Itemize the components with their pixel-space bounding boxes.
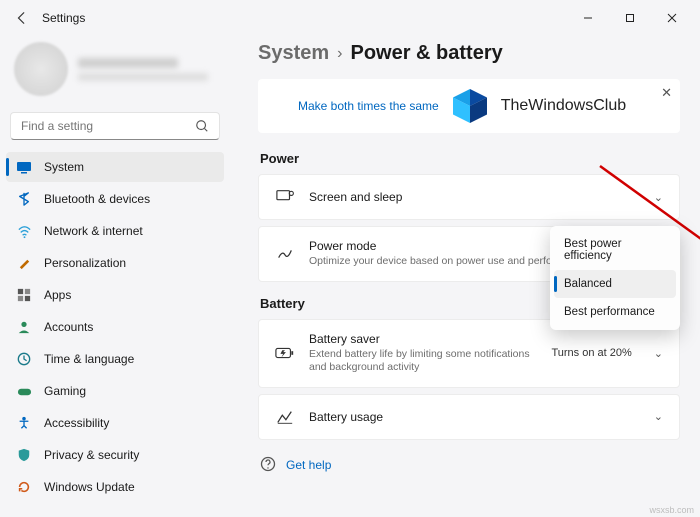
- dropdown-option-performance[interactable]: Best performance: [554, 298, 676, 326]
- sidebar-item-label: Accounts: [44, 320, 93, 334]
- sidebar-item-label: Time & language: [44, 352, 134, 366]
- sidebar-item-accounts[interactable]: Accounts: [6, 312, 224, 342]
- sidebar-item-network[interactable]: Network & internet: [6, 216, 224, 246]
- sidebar: System Bluetooth & devices Network & int…: [0, 36, 230, 517]
- power-mode-dropdown: Best power efficiency Balanced Best perf…: [550, 226, 680, 330]
- clock-icon: [16, 351, 32, 367]
- section-title-power: Power: [260, 151, 680, 166]
- sidebar-item-gaming[interactable]: Gaming: [6, 376, 224, 406]
- sidebar-item-label: Bluetooth & devices: [44, 192, 150, 206]
- minimize-button[interactable]: [568, 4, 608, 32]
- titlebar: Settings: [0, 0, 700, 36]
- dropdown-option-efficiency[interactable]: Best power efficiency: [554, 230, 676, 270]
- sidebar-item-label: Apps: [44, 288, 71, 302]
- sidebar-item-label: Network & internet: [44, 224, 143, 238]
- breadcrumb-parent[interactable]: System: [258, 42, 329, 65]
- card-screen-sleep[interactable]: Screen and sleep ⌄: [258, 174, 680, 220]
- window-title: Settings: [42, 11, 85, 25]
- sidebar-item-label: Privacy & security: [44, 448, 139, 462]
- wifi-icon: [16, 223, 32, 239]
- sidebar-item-label: System: [44, 160, 84, 174]
- bluetooth-icon: [16, 191, 32, 207]
- help-link[interactable]: Get help: [286, 458, 331, 472]
- sidebar-item-bluetooth[interactable]: Bluetooth & devices: [6, 184, 224, 214]
- avatar: [14, 42, 68, 96]
- banner-brand: TheWindowsClub: [501, 97, 626, 115]
- sidebar-item-time[interactable]: Time & language: [6, 344, 224, 374]
- main-content: System › Power & battery Make both times…: [230, 36, 700, 517]
- back-button[interactable]: [8, 4, 36, 32]
- page-title: Power & battery: [350, 42, 502, 65]
- person-icon: [16, 319, 32, 335]
- sidebar-item-personalization[interactable]: Personalization: [6, 248, 224, 278]
- card-battery-usage[interactable]: Battery usage ⌄: [258, 394, 680, 440]
- power-mode-icon: [275, 244, 295, 264]
- card-title: Battery usage: [309, 410, 640, 424]
- card-title: Battery saver: [309, 332, 537, 346]
- breadcrumb: System › Power & battery: [258, 36, 680, 79]
- sidebar-item-system[interactable]: System: [6, 152, 224, 182]
- gamepad-icon: [16, 383, 32, 399]
- help-row[interactable]: Get help: [258, 446, 680, 485]
- search-icon: [195, 119, 209, 133]
- card-subtitle: Extend battery life by limiting some not…: [309, 348, 537, 375]
- sidebar-item-label: Gaming: [44, 384, 86, 398]
- chevron-down-icon: ⌄: [654, 191, 663, 204]
- accessibility-icon: [16, 415, 32, 431]
- sidebar-item-apps[interactable]: Apps: [6, 280, 224, 310]
- profile-block[interactable]: [6, 36, 224, 110]
- window-controls: [568, 4, 692, 32]
- windowsclub-logo-icon: [453, 89, 487, 123]
- arrow-left-icon: [15, 11, 29, 25]
- search-box[interactable]: [10, 112, 220, 140]
- sidebar-item-label: Windows Update: [44, 480, 135, 494]
- display-icon: [16, 159, 32, 175]
- sidebar-item-accessibility[interactable]: Accessibility: [6, 408, 224, 438]
- screen-sleep-icon: [275, 187, 295, 207]
- profile-text: [78, 58, 208, 81]
- banner-close-icon[interactable]: ✕: [661, 85, 672, 101]
- battery-saver-icon: [275, 343, 295, 363]
- shield-icon: [16, 447, 32, 463]
- info-banner: Make both times the same TheWindowsClub …: [258, 79, 680, 133]
- watermark: wsxsb.com: [649, 505, 694, 515]
- apps-icon: [16, 287, 32, 303]
- banner-link[interactable]: Make both times the same: [298, 99, 439, 113]
- card-title: Screen and sleep: [309, 190, 640, 204]
- sidebar-item-label: Personalization: [44, 256, 126, 270]
- battery-saver-status: Turns on at 20%: [551, 347, 631, 359]
- maximize-button[interactable]: [610, 4, 650, 32]
- sidebar-item-update[interactable]: Windows Update: [6, 472, 224, 502]
- paint-icon: [16, 255, 32, 271]
- battery-usage-icon: [275, 407, 295, 427]
- dropdown-option-balanced[interactable]: Balanced: [554, 270, 676, 298]
- chevron-down-icon: ⌄: [654, 410, 663, 423]
- chevron-down-icon: ⌄: [654, 347, 663, 360]
- sidebar-item-privacy[interactable]: Privacy & security: [6, 440, 224, 470]
- search-input[interactable]: [21, 119, 195, 133]
- update-icon: [16, 479, 32, 495]
- sidebar-item-label: Accessibility: [44, 416, 109, 430]
- close-button[interactable]: [652, 4, 692, 32]
- help-icon: [260, 456, 276, 475]
- chevron-right-icon: ›: [337, 45, 342, 63]
